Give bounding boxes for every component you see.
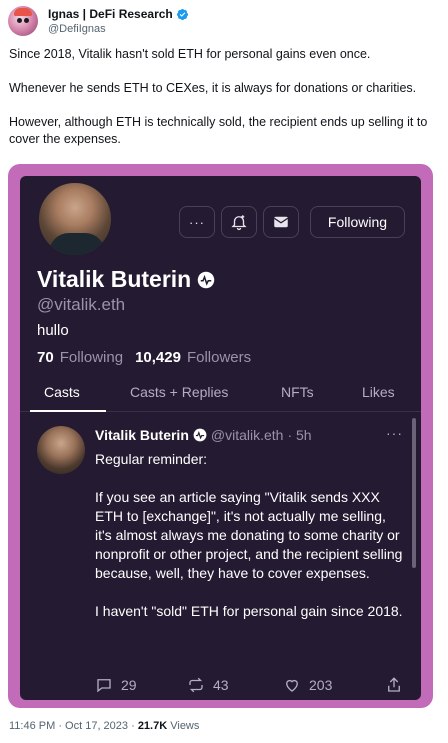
recast-icon <box>189 677 203 693</box>
notification-bell-button <box>221 206 257 238</box>
recast-action: 43 <box>187 676 229 694</box>
like-count: 203 <box>309 677 333 693</box>
tweet-timestamp[interactable]: 11:46 PM · Oct 17, 2023 · <box>9 720 135 732</box>
tweet-media[interactable]: ··· Following Vitalik Buterin @vitalik.e… <box>8 164 433 708</box>
cast-author: Vitalik Buterin <box>95 427 189 443</box>
profile-bio: hullo <box>37 322 69 339</box>
cast-paragraph: If you see an article saying "Vitalik se… <box>95 489 403 581</box>
profile-more-button: ··· <box>179 206 215 238</box>
profile-tabs: Casts Casts + Replies NFTs Likes <box>20 376 421 412</box>
reply-count: 29 <box>121 677 137 693</box>
warpcast-screenshot: ··· Following Vitalik Buterin @vitalik.e… <box>20 176 421 700</box>
share-icon <box>388 677 400 692</box>
tab-nfts: NFTs <box>281 384 314 400</box>
tweet-paragraph: Whenever he sends ETH to CEXes, it is al… <box>9 81 417 95</box>
active-tab-indicator <box>30 410 106 412</box>
tweet-footer: 11:46 PM · Oct 17, 2023 · 21.7K Views <box>9 720 199 732</box>
cast-time: · 5h <box>287 427 312 443</box>
like-action: 203 <box>283 676 332 694</box>
profile-display-name: Vitalik Buterin <box>37 266 215 293</box>
following-label: Following <box>59 349 124 366</box>
recast-count: 43 <box>213 677 229 693</box>
active-badge-icon <box>197 271 215 288</box>
profile-username: @vitalik.eth <box>37 295 126 314</box>
notification-bell-icon <box>231 215 247 231</box>
heart-icon <box>286 679 298 692</box>
followers-count: 10,429 <box>135 349 181 366</box>
tab-casts-replies: Casts + Replies <box>130 384 229 400</box>
profile-stats: 70 Following 10,429 Followers <box>37 349 251 366</box>
views-label: Views <box>170 720 200 732</box>
profile-name-text: Vitalik Buterin <box>37 266 192 292</box>
tweet-paragraph: Since 2018, Vitalik hasn't sold ETH for … <box>9 47 371 61</box>
cast-avatar <box>37 426 85 474</box>
mail-icon <box>273 216 289 228</box>
reply-icon <box>97 679 111 693</box>
cast-actions: 29 43 203 <box>95 676 405 696</box>
reply-action: 29 <box>95 676 137 694</box>
cast-more: ··· <box>386 425 403 441</box>
author-name[interactable]: Ignas | DeFi Research <box>48 7 173 22</box>
more-label: ··· <box>189 214 205 230</box>
cast-header: Vitalik Buterin @vitalik.eth · 5h <box>95 427 312 443</box>
author-block: Ignas | DeFi Research @DefiIgnas <box>48 7 189 36</box>
profile-avatar <box>37 181 113 257</box>
active-badge-icon <box>193 428 207 442</box>
share-action <box>385 676 403 694</box>
author-avatar[interactable] <box>8 6 38 36</box>
tweet-paragraph: However, although ETH is technically sol… <box>9 115 428 146</box>
followers-label: Followers <box>186 349 252 366</box>
cast-paragraph: Regular reminder: <box>95 451 208 467</box>
cast-paragraph: I haven't "sold" ETH for personal gain s… <box>95 603 403 619</box>
author-handle[interactable]: @DefiIgnas <box>48 22 189 36</box>
verified-badge-icon <box>176 8 188 20</box>
tab-likes: Likes <box>362 384 395 400</box>
views-count[interactable]: 21.7K <box>138 720 167 732</box>
tweet-header: Ignas | DeFi Research @DefiIgnas <box>8 4 438 38</box>
following-button: Following <box>310 206 405 238</box>
tab-casts: Casts <box>44 384 80 400</box>
message-button <box>263 206 299 238</box>
following-count: 70 <box>37 349 54 366</box>
scrollbar <box>412 418 416 568</box>
cast-body: Regular reminder: If you see an article … <box>95 450 405 640</box>
tweet-text: Since 2018, Vitalik hasn't sold ETH for … <box>9 46 439 165</box>
cast-handle: @vitalik.eth <box>210 427 284 443</box>
